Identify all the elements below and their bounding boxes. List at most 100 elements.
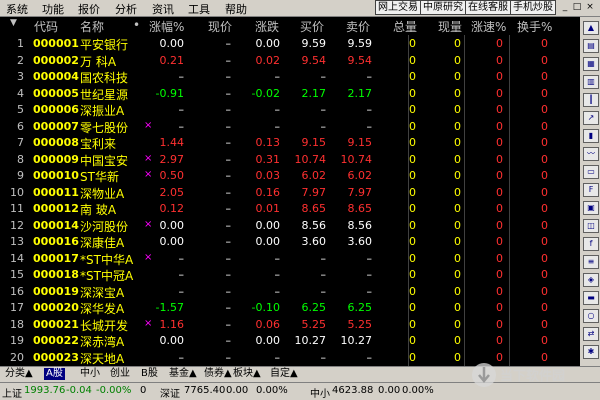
col-speed[interactable]: 涨速% xyxy=(471,18,506,35)
cell-chg-pct: 1.16 xyxy=(159,317,185,331)
col-current-volume[interactable]: 现量 xyxy=(438,18,462,35)
sz-index-change: 0.00 xyxy=(226,385,249,396)
row-index: 8 xyxy=(17,152,24,166)
menu-tools[interactable]: 工具 xyxy=(188,1,210,17)
trend-icon[interactable]: ↗ xyxy=(583,111,599,125)
cell-bid: 9.15 xyxy=(301,136,327,149)
tab-sectors[interactable]: 板块▲ xyxy=(231,368,263,380)
menu-info[interactable]: 资讯 xyxy=(152,1,174,17)
table-row[interactable]: 3 000004 国农科技 – – – – – 0 0 0 0 xyxy=(0,68,579,85)
tab-sme[interactable]: 中小 xyxy=(78,368,102,380)
tab-a-shares[interactable]: A股 xyxy=(44,368,65,380)
cell-speed: 0 xyxy=(496,70,503,83)
analysis-icon[interactable]: ◈ xyxy=(583,273,599,287)
table-row[interactable]: 5 000006 深振业A – – – – – 0 0 0 0 xyxy=(0,101,579,118)
cell-chg-pct: 0.00 xyxy=(159,218,185,232)
table-row[interactable]: 4 000005 世纪星源 -0.91 – -0.02 2.17 2.17 0 0 0 0 xyxy=(0,85,579,102)
line-icon[interactable]: 〰 xyxy=(583,147,599,161)
table-row[interactable]: 12 000014 沙河股份 × 0.00 – 0.00 8.56 8.56 0 0 0 0 xyxy=(0,217,579,234)
table-row[interactable]: 18 000021 长城开发 × 1.16 – 0.06 5.25 5.25 0 0 0 0 xyxy=(0,316,579,333)
tab-b-shares[interactable]: B股 xyxy=(139,368,160,380)
col-code[interactable]: 代码 xyxy=(34,18,58,35)
sme-index-value: 4623.88 xyxy=(332,385,374,396)
menu-function[interactable]: 功能 xyxy=(42,1,64,17)
panel-icon[interactable]: ▣ xyxy=(583,201,599,215)
tab-custom[interactable]: 自定▲ xyxy=(268,368,300,380)
table-row[interactable]: 7 000008 宝利来 1.44 – 0.13 9.15 9.15 0 0 0 0 xyxy=(0,134,579,151)
cell-price: – xyxy=(225,86,232,100)
cell-price: – xyxy=(225,202,232,215)
col-turnover[interactable]: 换手% xyxy=(517,18,552,35)
menu-help[interactable]: 帮助 xyxy=(225,1,247,17)
research-link[interactable]: 中原研究 xyxy=(420,0,466,15)
customer-service-link[interactable]: 在线客服 xyxy=(465,0,511,15)
col-price[interactable]: 现价 xyxy=(208,18,232,35)
close-button[interactable]: × xyxy=(585,2,595,12)
settings-icon[interactable]: ✱ xyxy=(583,345,599,359)
table-row[interactable]: 16 000019 深深宝A – – – – – 0 0 0 0 xyxy=(0,283,579,300)
minimize-button[interactable]: _ xyxy=(560,2,570,12)
row-index: 15 xyxy=(10,268,24,281)
row-index: 6 xyxy=(17,119,24,133)
menu-quote[interactable]: 报价 xyxy=(78,1,100,17)
folder-icon[interactable]: ▬ xyxy=(583,291,599,305)
tab-category[interactable]: 分类▲ xyxy=(3,368,35,380)
kline-icon[interactable]: ┃ xyxy=(583,93,599,107)
bar-icon[interactable]: ▮ xyxy=(583,129,599,143)
row-index: 9 xyxy=(17,169,24,182)
cell-chg: – xyxy=(274,103,281,116)
sh-index-pct: -0.00% xyxy=(96,385,132,396)
table-row[interactable]: 17 000020 深华发A -1.57 – -0.10 6.25 6.25 0 0 0 0 xyxy=(0,299,579,316)
menu-analysis[interactable]: 分析 xyxy=(115,1,137,17)
table-row[interactable]: 13 000016 深康佳A 0.00 – 0.00 3.60 3.60 0 0 0 0 xyxy=(0,233,579,250)
mobile-trading-link[interactable]: 手机炒股 xyxy=(510,0,556,15)
col-change-pct[interactable]: 涨幅% xyxy=(149,18,184,35)
maximize-button[interactable]: □ xyxy=(572,2,582,12)
cell-cur-vol: 0 xyxy=(454,103,461,116)
col-change[interactable]: 涨跌 xyxy=(255,18,279,35)
sort-indicator-icon[interactable]: ▼ xyxy=(10,18,17,28)
cell-cur-vol: 0 xyxy=(454,70,461,83)
col-name[interactable]: 名称 xyxy=(80,18,104,35)
search-icon[interactable]: ○ xyxy=(583,309,599,323)
table-row[interactable]: 6 000007 零七股份 × – – – – – 0 0 0 0 xyxy=(0,118,579,135)
cell-speed: 0 xyxy=(496,103,503,116)
function-icon[interactable]: f xyxy=(583,237,599,251)
chart-icon[interactable]: ▲ xyxy=(583,21,599,35)
table-icon[interactable]: ▥ xyxy=(583,75,599,89)
cell-cur-vol: 0 xyxy=(454,53,461,67)
col-volume[interactable]: 总量 xyxy=(393,18,417,35)
compare-icon[interactable]: ⇄ xyxy=(583,327,599,341)
sh-index-value: 1993.76 xyxy=(24,385,66,396)
cell-cur-vol: 0 xyxy=(454,251,461,265)
layout-icon[interactable]: ◫ xyxy=(583,219,599,233)
table-row[interactable]: 1 000001 平安银行 0.00 – 0.00 9.59 9.59 0 0 0 0 xyxy=(0,35,579,52)
cell-chg-pct: – xyxy=(178,284,185,298)
table-row[interactable]: 8 000009 中国宝安 × 2.97 – 0.31 10.74 10.74 0 0 0 0 xyxy=(0,151,579,168)
tab-bonds[interactable]: 债券▲ xyxy=(202,368,234,380)
stock-name: 长城开发 xyxy=(80,318,129,333)
cell-speed: 0 xyxy=(496,284,503,298)
table-row[interactable]: 11 000012 南 玻A 0.12 – 0.01 8.65 8.65 0 0 0 0 xyxy=(0,200,579,217)
online-trading-link[interactable]: 网上交易 xyxy=(375,0,421,15)
quote-icon[interactable]: ▤ xyxy=(583,39,599,53)
list-icon[interactable]: ≡ xyxy=(583,255,599,269)
col-ask[interactable]: 卖价 xyxy=(346,18,370,35)
doc-icon[interactable]: ▭ xyxy=(583,165,599,179)
table-row[interactable]: 19 000022 深赤湾A 0.00 – 0.00 10.27 10.27 0 0 0 0 xyxy=(0,332,579,349)
table-row[interactable]: 2 000002 万 科A 0.21 – 0.02 9.54 9.54 0 0 0 0 xyxy=(0,52,579,69)
menu-system[interactable]: 系统 xyxy=(6,1,28,17)
table-row[interactable]: 9 000010 ST华新 × 0.50 – 0.03 6.02 6.02 0 0 0 0 xyxy=(0,167,579,184)
grid-icon[interactable]: ▦ xyxy=(583,57,599,71)
tab-funds[interactable]: 基金▲ xyxy=(167,368,199,380)
table-row[interactable]: 15 000018 *ST中冠A – – – – – 0 0 0 0 xyxy=(0,266,579,283)
f10-icon[interactable]: F xyxy=(583,183,599,197)
col-bid[interactable]: 买价 xyxy=(300,18,324,35)
cell-cur-vol: 0 xyxy=(454,119,461,133)
stock-name: 宝利来 xyxy=(80,137,117,151)
table-row[interactable]: 10 000011 深物业A 2.05 – 0.16 7.97 7.97 0 0 0 0 xyxy=(0,184,579,201)
stock-code: 000020 xyxy=(33,301,79,314)
tab-chinext[interactable]: 创业 xyxy=(108,368,132,380)
table-row[interactable]: 14 000017 *ST中华A × – – – – – 0 0 0 0 xyxy=(0,250,579,267)
cell-ask: – xyxy=(366,70,373,83)
